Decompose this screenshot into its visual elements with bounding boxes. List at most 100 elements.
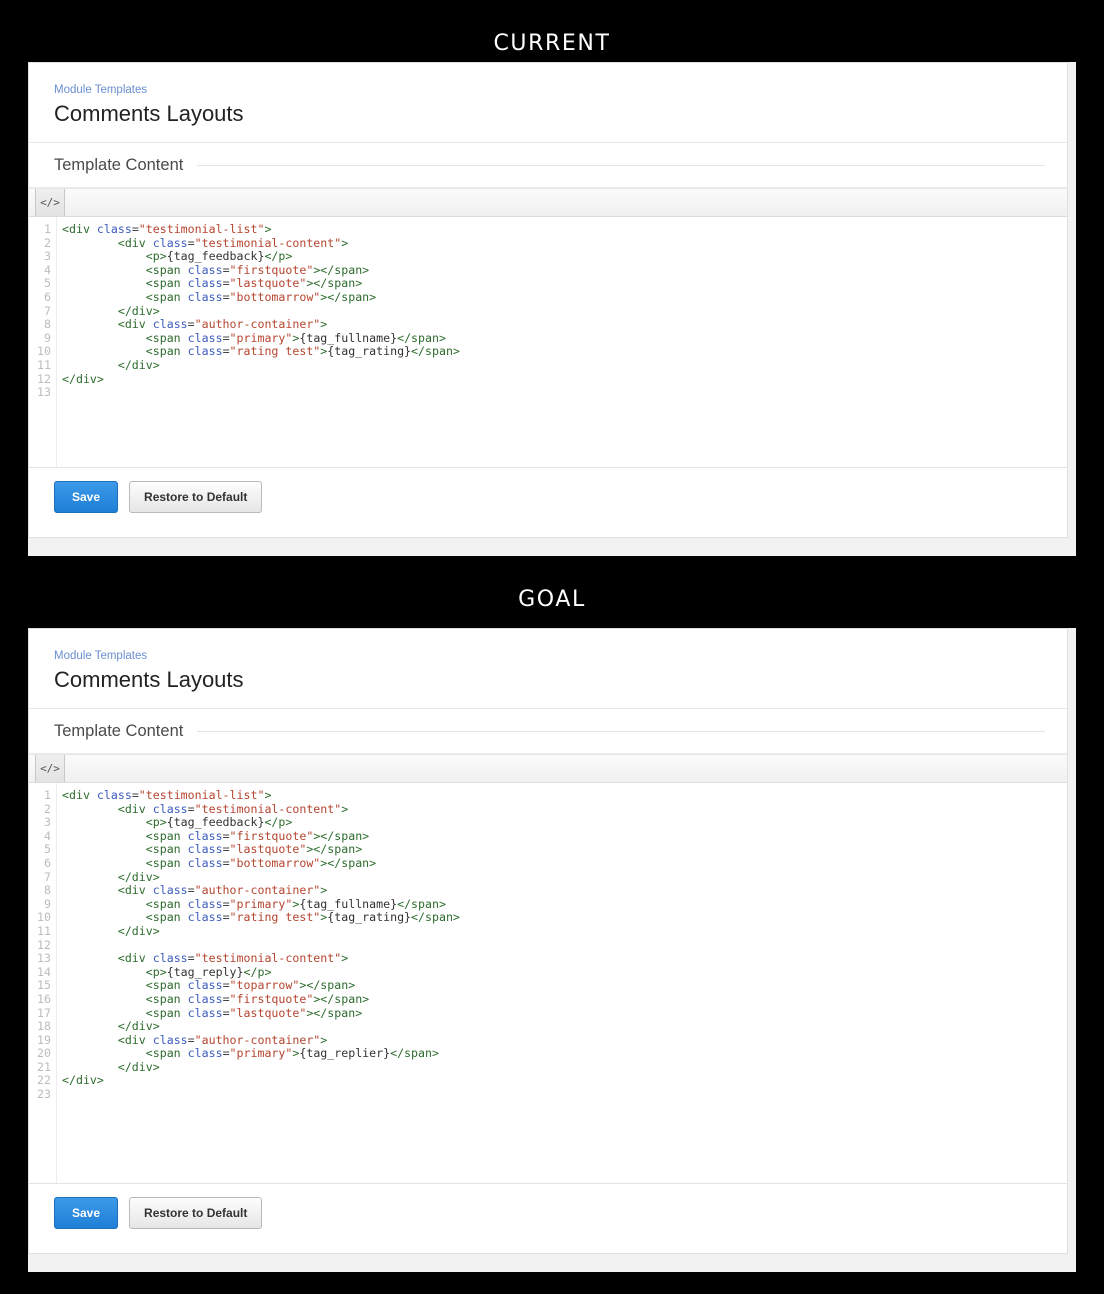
code-token: {tag_reply} bbox=[166, 964, 244, 979]
code-token: > bbox=[264, 788, 272, 802]
code-line: <span class="lastquote"></span> bbox=[62, 1005, 1067, 1021]
code-token: = bbox=[222, 978, 230, 993]
code-token: class bbox=[187, 344, 223, 359]
section-divider bbox=[197, 165, 1045, 166]
code-line: </div> bbox=[62, 304, 1067, 319]
code-token: <span bbox=[145, 1046, 188, 1061]
code-token: "testimonial-list" bbox=[138, 222, 265, 236]
code-token: {tag_fullname} bbox=[299, 896, 398, 911]
current-panel-footer bbox=[28, 538, 1076, 556]
current-card: Module Templates Comments Layouts Templa… bbox=[28, 62, 1068, 538]
breadcrumb-module-templates[interactable]: Module Templates bbox=[54, 649, 147, 663]
save-button[interactable]: Save bbox=[54, 481, 119, 513]
code-token: class bbox=[187, 910, 223, 925]
code-token: </div> bbox=[62, 371, 104, 386]
code-line: <span class="firstquote"></span> bbox=[62, 991, 1067, 1007]
code-token: </span> bbox=[411, 344, 460, 359]
code-line: </div> bbox=[62, 870, 1067, 885]
code-line: </div> bbox=[62, 924, 1067, 939]
code-token: ></span> bbox=[313, 828, 370, 843]
section-title: Template Content bbox=[54, 722, 184, 740]
code-content-goal[interactable]: <div class="testimonial-list"> <div clas… bbox=[57, 783, 1067, 1183]
button-bar-goal: Save Restore to Default bbox=[29, 1183, 1067, 1254]
code-area-current[interactable]: 1 2 3 4 5 6 7 8 9 10 11 12 13 <div class="testimonia… bbox=[29, 217, 1067, 467]
line-number: 15 bbox=[37, 978, 51, 993]
restore-to-default-button[interactable]: Restore to Default bbox=[129, 1197, 263, 1229]
code-token: "bottomarrow" bbox=[229, 855, 321, 870]
code-token: = bbox=[187, 951, 195, 966]
breadcrumb-module-templates[interactable]: Module Templates bbox=[54, 83, 147, 97]
code-token: class bbox=[187, 828, 223, 843]
line-number: 4 bbox=[44, 262, 51, 277]
code-token: class bbox=[152, 235, 188, 250]
code-token: class bbox=[187, 991, 223, 1006]
code-token: {tag_rating} bbox=[327, 910, 412, 925]
code-token: = bbox=[222, 1005, 230, 1020]
code-token: </span> bbox=[390, 1046, 439, 1061]
line-number: 4 bbox=[44, 828, 51, 843]
code-line: </div> bbox=[62, 357, 1067, 373]
line-number: 6 bbox=[44, 855, 51, 870]
code-token: <div bbox=[62, 222, 97, 236]
code-token: {tag_feedback} bbox=[166, 249, 265, 264]
code-token: </div> bbox=[117, 357, 160, 372]
code-token: </span> bbox=[397, 896, 446, 911]
code-view-icon[interactable]: </> bbox=[35, 755, 65, 782]
code-line: </div> bbox=[62, 1019, 1067, 1034]
code-token: </div> bbox=[117, 1019, 160, 1034]
goal-card: Module Templates Comments Layouts Templa… bbox=[28, 628, 1068, 1254]
line-number: 17 bbox=[37, 1005, 51, 1020]
save-button[interactable]: Save bbox=[54, 1197, 119, 1229]
restore-to-default-button[interactable]: Restore to Default bbox=[129, 481, 263, 513]
line-number: 13 bbox=[37, 951, 51, 966]
code-token: = bbox=[222, 991, 230, 1006]
editor-toolbar-current: </> bbox=[29, 188, 1067, 217]
code-token: > bbox=[341, 951, 349, 966]
code-token: <div bbox=[117, 951, 153, 966]
code-token: <span bbox=[145, 330, 188, 345]
code-token: class bbox=[187, 276, 223, 291]
code-token: = bbox=[222, 1046, 230, 1061]
code-token: = bbox=[222, 896, 230, 911]
code-token: = bbox=[187, 801, 195, 816]
code-token: "firstquote" bbox=[229, 991, 314, 1006]
code-line: <div class="testimonial-list"> bbox=[62, 222, 1067, 237]
code-token: = bbox=[222, 828, 230, 843]
line-number: 3 bbox=[44, 815, 51, 830]
code-token: "author-container" bbox=[194, 883, 321, 898]
code-token: <span bbox=[145, 896, 188, 911]
code-content-current[interactable]: <div class="testimonial-list"> <div clas… bbox=[57, 217, 1067, 467]
code-view-icon[interactable]: </> bbox=[35, 189, 65, 216]
code-token: "primary" bbox=[229, 1046, 293, 1061]
code-line: <span class="bottomarrow"></span> bbox=[62, 855, 1067, 871]
code-token: </div> bbox=[117, 1059, 160, 1074]
code-token: > bbox=[320, 317, 328, 332]
code-line: </div> bbox=[62, 1074, 1067, 1088]
line-number: 20 bbox=[37, 1046, 51, 1061]
code-token: <span bbox=[145, 289, 188, 304]
code-line: <span class="firstquote"></span> bbox=[62, 262, 1067, 278]
code-area-goal[interactable]: 1 2 3 4 5 6 7 8 9 10 11 12 13 14 15 16 17 18 19 20 21 22 23 <d… bbox=[29, 783, 1067, 1183]
code-line: <p>{tag_feedback}</p> bbox=[62, 249, 1067, 264]
editor-toolbar-goal: </> bbox=[29, 754, 1067, 783]
code-token: = bbox=[222, 330, 230, 345]
page-title: Comments Layouts bbox=[54, 101, 244, 126]
code-token: <p> bbox=[145, 964, 167, 979]
code-token: = bbox=[222, 262, 230, 277]
goal-caption: GOAL bbox=[518, 587, 586, 612]
code-token: class bbox=[152, 1032, 188, 1047]
code-token: ></span> bbox=[313, 262, 370, 277]
